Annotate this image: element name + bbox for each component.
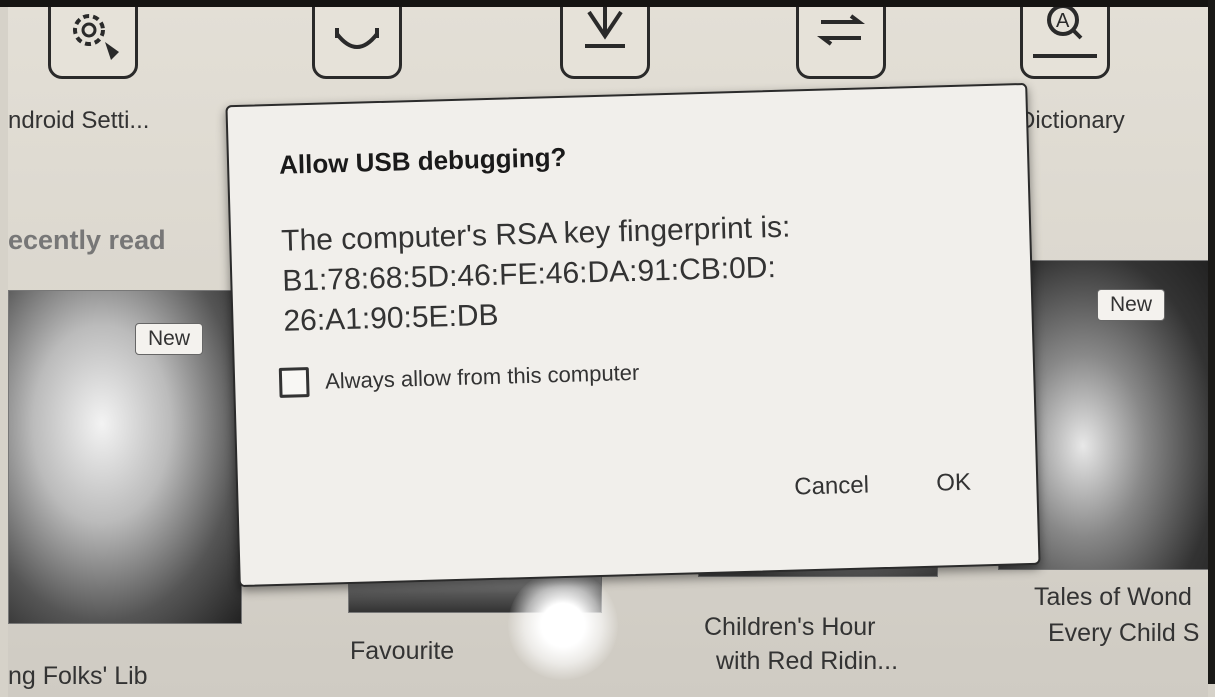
app-label-android-settings: ndroid Setti... [8,107,150,134]
light-glare [508,570,618,680]
recently-read-heading: ecently read [8,225,166,255]
transfer-arrows-icon[interactable] [796,0,886,79]
settings-gear-icon[interactable] [48,0,138,79]
dialog-title: Allow USB debugging? [278,141,567,180]
always-allow-label[interactable]: Always allow from this computer [325,360,640,395]
book-title-line2: Every Child S [1048,619,1200,647]
device-frame-right [1208,0,1215,684]
book-title: Favourite [350,637,455,665]
book-title-line2: with Red Ridin... [716,647,899,675]
usb-debugging-dialog: Allow USB debugging? The computer's RSA … [225,82,1041,588]
dictionary-book-icon[interactable]: A [1020,0,1110,79]
always-allow-row[interactable]: Always allow from this computer [278,358,640,398]
new-badge: New [135,323,204,355]
dialog-message: The computer's RSA key fingerprint is: B… [281,202,984,341]
book-title-line1: Children's Hour [704,613,876,641]
always-allow-checkbox[interactable] [278,367,310,398]
download-icon[interactable] [560,0,650,79]
book-cover[interactable]: New [8,290,242,624]
book-title-line1: Tales of Wond [1034,583,1192,611]
cancel-button[interactable]: Cancel [786,467,878,506]
ok-button[interactable]: OK [928,464,980,501]
app-label-dictionary: Dictionary [1018,107,1125,134]
device-frame-top [0,0,1215,7]
app-store-bag-icon[interactable] [312,0,402,79]
svg-text:A: A [1056,10,1070,32]
new-badge: New [1097,289,1166,321]
book-title: ng Folks' Lib [8,662,148,690]
